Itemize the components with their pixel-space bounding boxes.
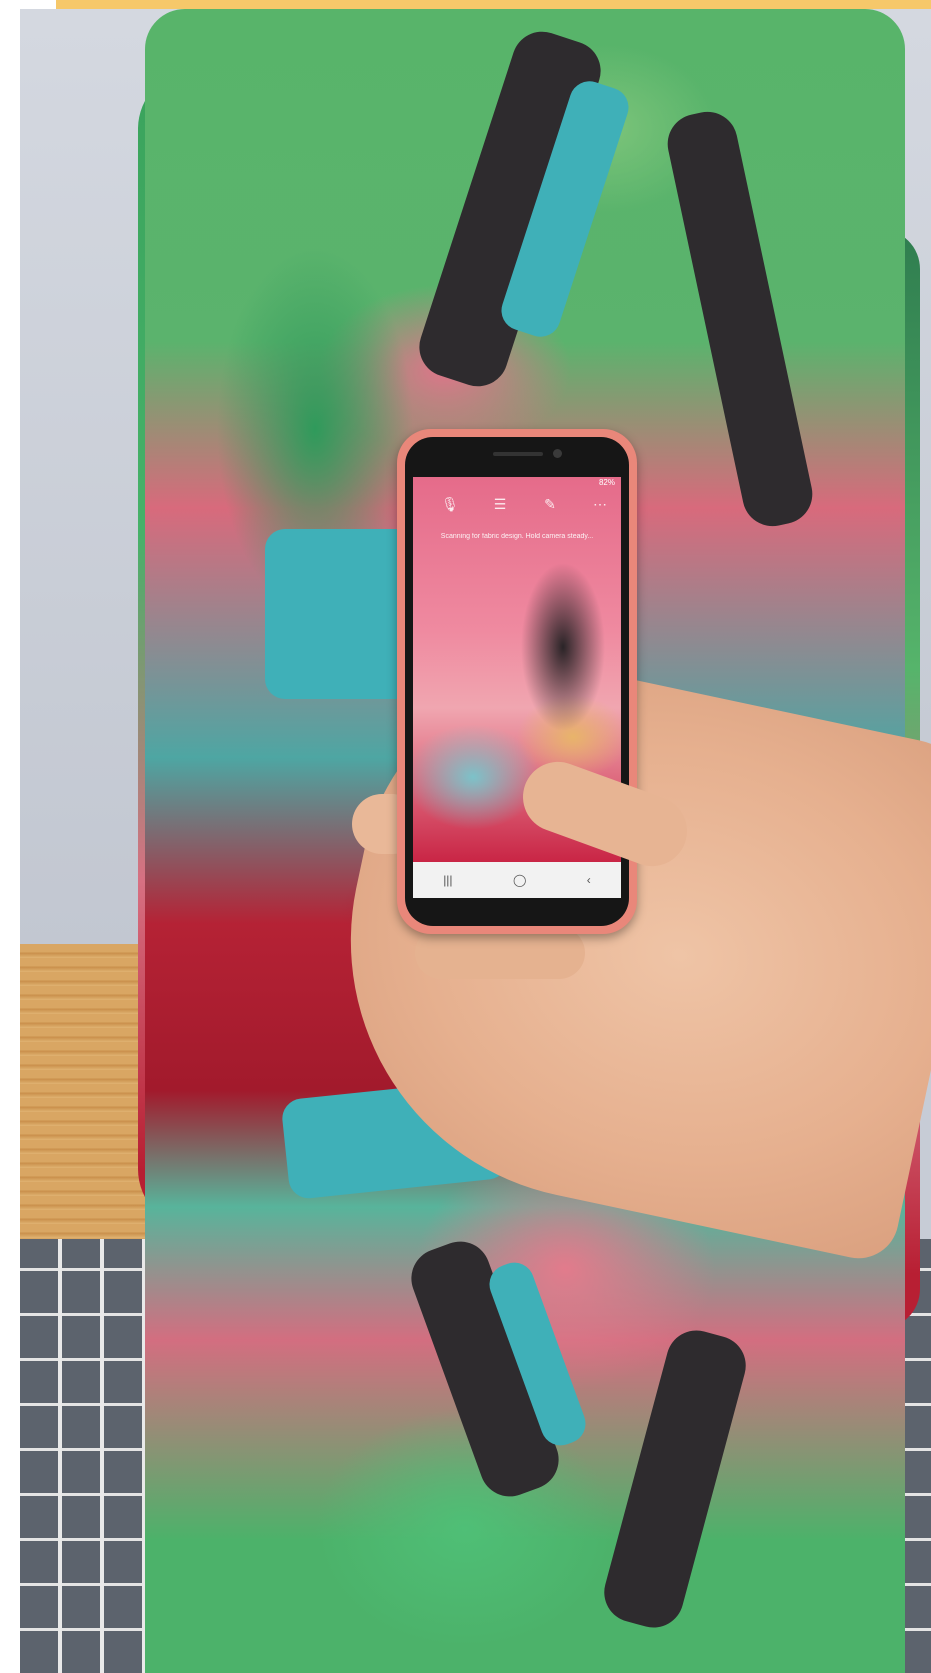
scan-hint: Scanning for fabric design. Hold camera … (440, 533, 594, 540)
front-camera (553, 449, 562, 458)
phone-body: 82% 🎙 ☰ ✎ ⋯ Scanning for fabric design. … (405, 437, 629, 926)
app-toolbar: 🎙 ☰ ✎ ⋯ (413, 493, 621, 515)
status-bar: 82% (413, 477, 621, 489)
finger (415, 927, 585, 979)
speaker-grille (493, 452, 543, 456)
top-banner (56, 0, 931, 9)
microphone-icon[interactable]: 🎙 (439, 493, 461, 515)
fabric-stroke (265, 529, 415, 699)
brush-icon[interactable]: ✎ (539, 493, 561, 515)
photo: 82% 🎙 ☰ ✎ ⋯ Scanning for fabric design. … (20, 9, 931, 1673)
back-button[interactable]: ‹ (587, 873, 591, 887)
home-button[interactable]: ◯ (513, 873, 526, 887)
menu-icon[interactable]: ☰ (489, 493, 511, 515)
fabric-stroke (662, 106, 818, 532)
battery-level: 82% (598, 478, 615, 487)
android-nav-bar: ||| ◯ ‹ (413, 862, 621, 898)
more-icon[interactable]: ⋯ (589, 493, 611, 515)
recent-apps-button[interactable]: ||| (443, 873, 452, 887)
smartphone: 82% 🎙 ☰ ✎ ⋯ Scanning for fabric design. … (397, 429, 637, 934)
fabric-stroke (597, 1323, 753, 1635)
